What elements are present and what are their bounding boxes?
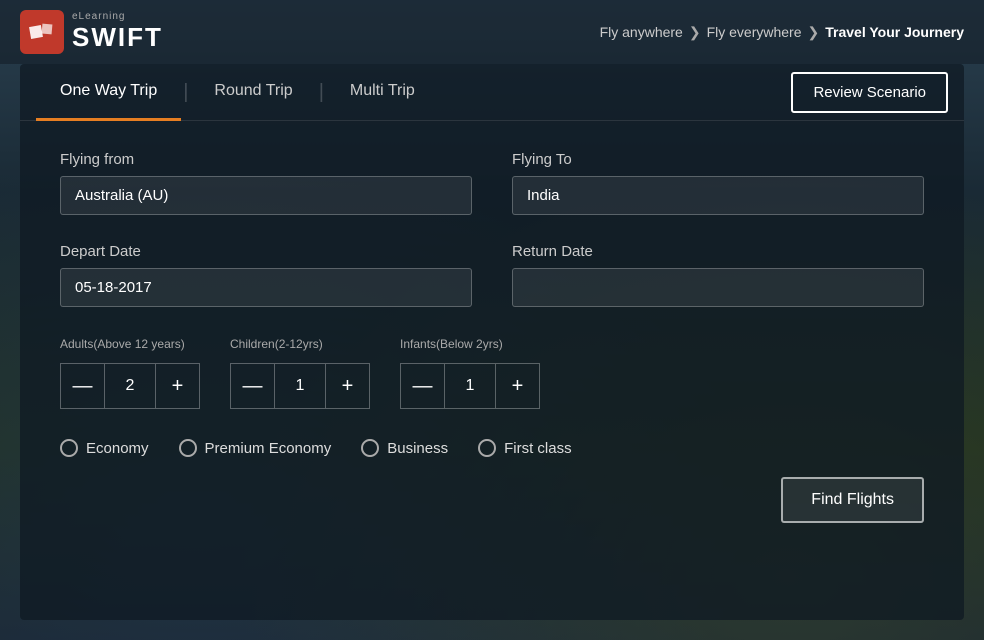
logo: eLearning SWIFT [20,10,163,54]
adults-stepper: — 2 + [60,363,200,409]
premium-economy-option[interactable]: Premium Economy [179,439,332,457]
premium-economy-label: Premium Economy [205,440,332,457]
business-label: Business [387,440,448,457]
tab-round-trip[interactable]: Round Trip [190,64,316,121]
logo-icon [20,10,64,54]
bottom-row: Find Flights [60,477,924,533]
tab-separator-1: | [181,81,190,104]
flying-to-input[interactable] [512,176,924,215]
infants-group: Infants(Below 2yrs) — 1 + [400,335,540,409]
children-value: 1 [275,377,325,395]
review-scenario-button[interactable]: Review Scenario [791,72,948,113]
adults-group: Adults(Above 12 years) — 2 + [60,335,200,409]
tab-multi-trip[interactable]: Multi Trip [326,64,439,121]
adults-label: Adults(Above 12 years) [60,335,200,351]
origin-destination-row: Flying from Flying To [60,151,924,215]
breadcrumb: Fly anywhere ❯ Fly everywhere ❯ Travel Y… [600,24,964,41]
economy-label: Economy [86,440,149,457]
adults-increment-button[interactable]: + [155,364,199,408]
return-date-label: Return Date [512,243,924,260]
logo-elearning-label: eLearning [72,11,163,22]
passengers-row: Adults(Above 12 years) — 2 + Chil [60,335,924,409]
app-header: eLearning SWIFT Fly anywhere ❯ Fly every… [0,0,984,64]
breadcrumb-sep2: ❯ [808,24,820,41]
depart-date-group: Depart Date [60,243,472,307]
infants-increment-button[interactable]: + [495,364,539,408]
flight-form: Flying from Flying To Depart Date Return… [20,121,964,620]
find-flights-button[interactable]: Find Flights [781,477,924,523]
logo-swift-label: SWIFT [72,22,163,53]
business-radio[interactable] [361,439,379,457]
depart-date-input[interactable] [60,268,472,307]
first-class-radio[interactable] [478,439,496,457]
class-selection-row: Economy Premium Economy Business First c… [60,439,924,457]
return-date-input[interactable] [512,268,924,307]
children-increment-button[interactable]: + [325,364,369,408]
infants-value: 1 [445,377,495,395]
economy-option[interactable]: Economy [60,439,149,457]
first-class-label: First class [504,440,572,457]
breadcrumb-item1: Fly anywhere [600,24,683,40]
children-stepper: — 1 + [230,363,370,409]
dates-row: Depart Date Return Date [60,243,924,307]
children-decrement-button[interactable]: — [231,364,275,408]
first-class-option[interactable]: First class [478,439,572,457]
children-group: Children(2-12yrs) — 1 + [230,335,370,409]
breadcrumb-item2: Fly everywhere [707,24,802,40]
logo-text: eLearning SWIFT [72,11,163,53]
tab-separator-2: | [317,81,326,104]
infants-label: Infants(Below 2yrs) [400,335,540,351]
flying-from-input[interactable] [60,176,472,215]
adults-decrement-button[interactable]: — [61,364,105,408]
breadcrumb-sep1: ❯ [689,24,701,41]
economy-radio[interactable] [60,439,78,457]
main-card: One Way Trip | Round Trip | Multi Trip R… [20,64,964,620]
breadcrumb-item3: Travel Your Journery [825,24,964,40]
tab-bar: One Way Trip | Round Trip | Multi Trip R… [20,64,964,121]
flying-from-group: Flying from [60,151,472,215]
depart-date-label: Depart Date [60,243,472,260]
flying-from-label: Flying from [60,151,472,168]
flying-to-group: Flying To [512,151,924,215]
business-option[interactable]: Business [361,439,448,457]
infants-stepper: — 1 + [400,363,540,409]
infants-decrement-button[interactable]: — [401,364,445,408]
adults-value: 2 [105,377,155,395]
flying-to-label: Flying To [512,151,924,168]
tab-one-way[interactable]: One Way Trip [36,64,181,121]
children-label: Children(2-12yrs) [230,335,370,351]
premium-economy-radio[interactable] [179,439,197,457]
return-date-group: Return Date [512,243,924,307]
